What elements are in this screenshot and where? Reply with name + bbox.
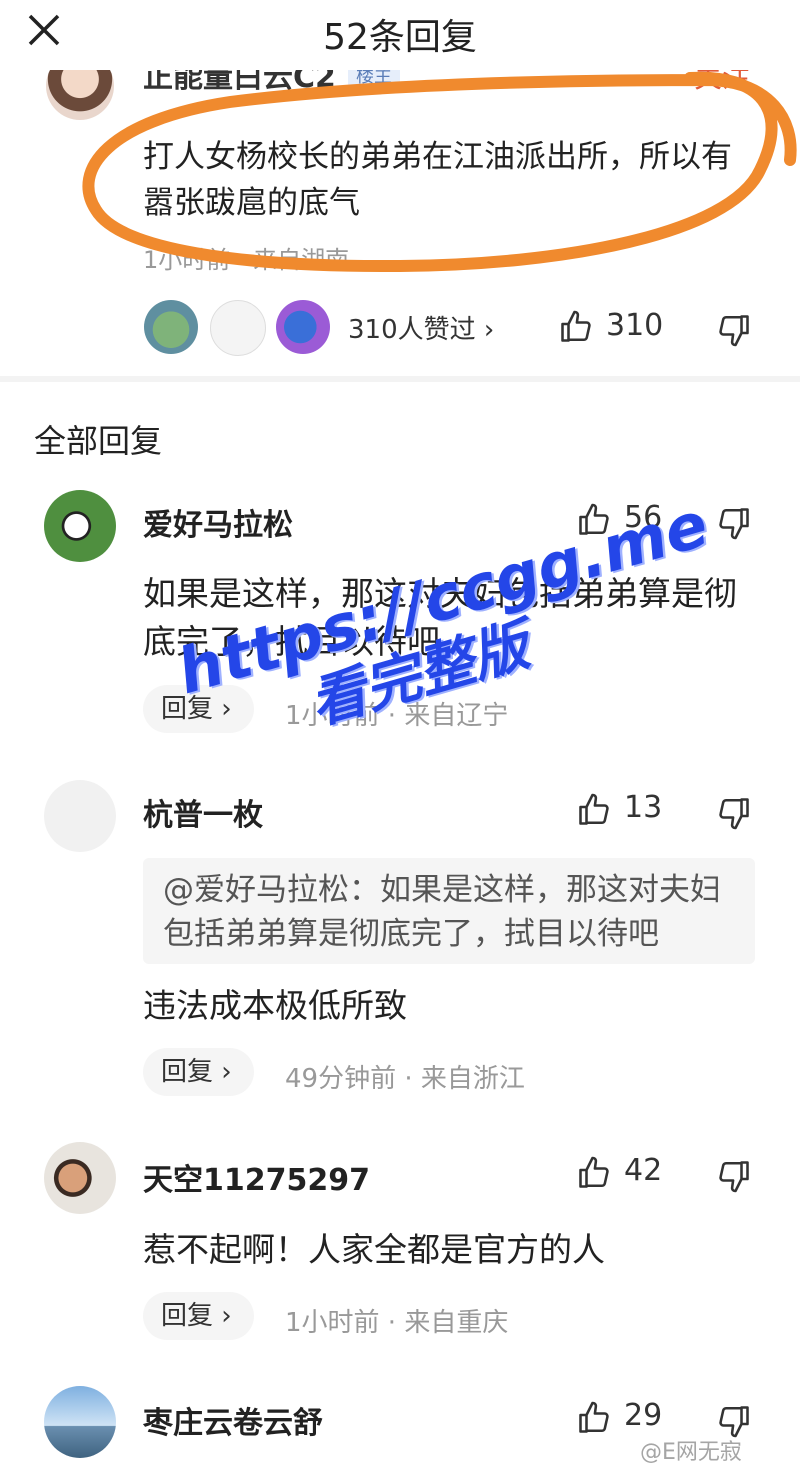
op-meta: 1小时前 · 来自湖南 <box>143 246 350 274</box>
avatar[interactable] <box>44 780 116 852</box>
like-count: 56 <box>624 500 663 535</box>
thumbs-up-icon[interactable] <box>576 1155 612 1191</box>
comment-text: 惹不起啊！人家全都是官方的人 <box>143 1230 605 1269</box>
thumbs-up-icon[interactable] <box>558 309 594 345</box>
page-title: 52条回复 <box>323 17 477 58</box>
like-count: 42 <box>624 1153 663 1188</box>
avatar[interactable] <box>44 1142 116 1214</box>
comment-meta: 1小时前 · 来自重庆 <box>285 1308 509 1338</box>
header-bar: 52条回复 <box>0 0 800 70</box>
thumbs-down-icon[interactable] <box>716 312 752 348</box>
username[interactable]: 枣庄云卷云舒 <box>143 1398 323 1442</box>
comment-text: 违法成本极低所致 <box>143 986 407 1025</box>
like-count: 13 <box>624 790 663 825</box>
thumbs-up-icon[interactable] <box>576 792 612 828</box>
op-comment-text: 打人女杨校长的弟弟在江油派出所，所以有嚣张跋扈的底气 <box>143 139 732 221</box>
liker-avatar[interactable] <box>276 300 330 354</box>
comment-text: 如果是这样，那这对夫妇包括弟弟算是彻底完了，拭目以待吧 <box>143 574 737 661</box>
reply-button[interactable]: 回复 › <box>143 1292 254 1340</box>
divider <box>0 376 800 382</box>
like-count: 29 <box>624 1398 663 1433</box>
reply-button[interactable]: 回复 › <box>143 685 254 733</box>
thumbs-up-icon[interactable] <box>576 1400 612 1436</box>
liked-by-link[interactable]: 310人赞过 › <box>348 309 494 346</box>
comment-meta: 49分钟前 · 来自浙江 <box>285 1064 525 1094</box>
section-title: 全部回复 <box>34 422 163 460</box>
bottom-cut-area <box>0 1464 800 1478</box>
avatar[interactable] <box>44 490 116 562</box>
thumbs-down-icon[interactable] <box>716 505 752 541</box>
liker-avatar[interactable] <box>144 300 198 354</box>
reply-button[interactable]: 回复 › <box>143 1048 254 1096</box>
comment-meta: 1小时前 · 来自辽宁 <box>285 701 509 731</box>
corner-watermark: @E网无寂 <box>640 1440 742 1465</box>
like-count: 310 <box>606 308 664 343</box>
username[interactable]: 爱好马拉松 <box>143 500 293 544</box>
liker-avatar[interactable] <box>210 300 266 356</box>
username[interactable]: 杭普一枚 <box>143 790 263 834</box>
thumbs-down-icon[interactable] <box>716 1158 752 1194</box>
username[interactable]: 天空11275297 <box>143 1155 370 1199</box>
quoted-reply-text: @爱好马拉松：如果是这样，那这对夫妇包括弟弟算是彻底完了，拭目以待吧 <box>163 872 721 952</box>
avatar[interactable] <box>44 1386 116 1458</box>
thumbs-down-icon[interactable] <box>716 795 752 831</box>
thumbs-up-icon[interactable] <box>576 502 612 538</box>
